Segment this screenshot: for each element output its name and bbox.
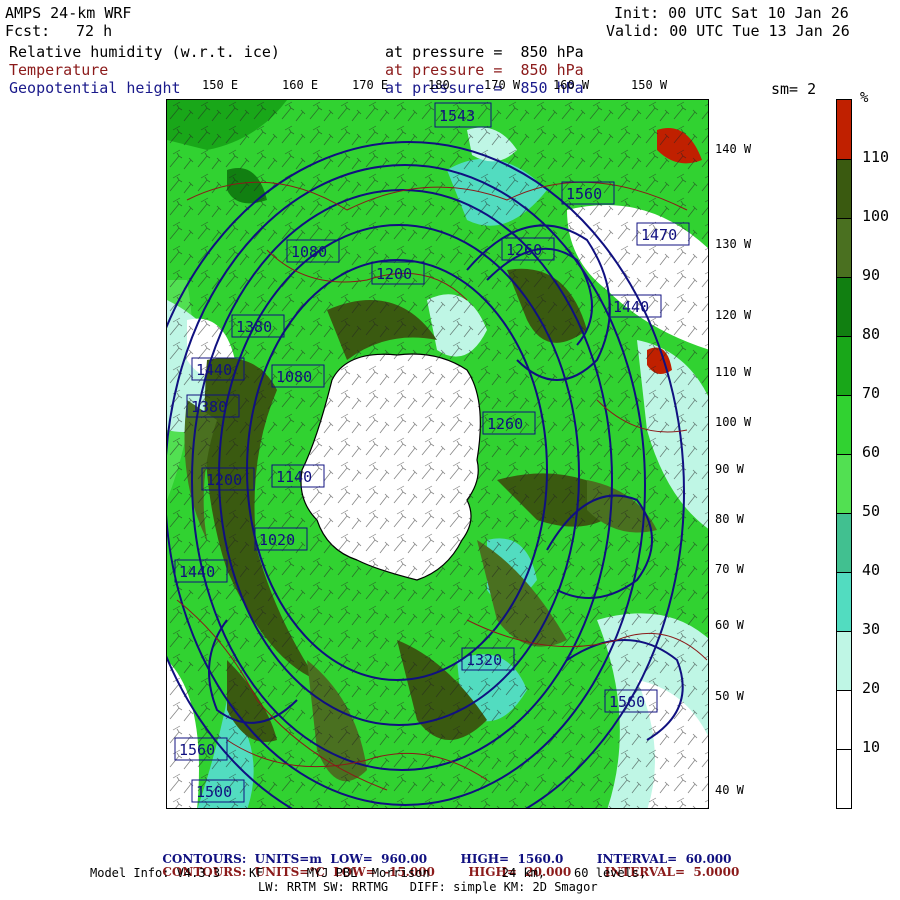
svg-text:1080: 1080 — [291, 243, 327, 261]
field-name-geopotential: Geopotential height — [9, 79, 181, 97]
colorbar-segment — [837, 454, 851, 513]
svg-text:1380: 1380 — [191, 398, 227, 416]
colorbar-tick-label: 30 — [862, 620, 881, 638]
lon-label: 170 E — [352, 78, 389, 92]
svg-text:1440: 1440 — [196, 361, 232, 379]
valid-time: Valid: 00 UTC Tue 13 Jan 26 — [606, 22, 850, 40]
lat-label: 50 W — [715, 689, 744, 703]
lon-label: 150 E — [202, 78, 239, 92]
colorbar-tick-label: 20 — [862, 679, 881, 697]
field-name-rh: Relative humidity (w.r.t. ice) — [9, 43, 280, 61]
colorbar-unit: % — [860, 90, 869, 106]
svg-text:1560: 1560 — [566, 185, 602, 203]
colorbar-tick-label: 70 — [862, 384, 881, 402]
colorbar-segment — [837, 277, 851, 336]
lat-label: 90 W — [715, 462, 744, 476]
lon-label: 170 W — [484, 78, 521, 92]
lat-label: 60 W — [715, 618, 744, 632]
rh-map-panel: 1543 1560 1560 1080 1440 1470 1200 1260 … — [166, 99, 709, 809]
svg-text:1560: 1560 — [179, 741, 215, 759]
colorbar-tick-label: 80 — [862, 325, 881, 343]
colorbar-segment — [837, 749, 851, 808]
colorbar-segment — [837, 631, 851, 690]
svg-text:1560: 1560 — [609, 693, 645, 711]
colorbar-segment — [837, 395, 851, 454]
colorbar-tick-label: 50 — [862, 502, 881, 520]
lon-label: 150 W — [631, 78, 668, 92]
lat-label: 70 W — [715, 562, 744, 576]
svg-text:1200: 1200 — [206, 471, 242, 489]
svg-text:1260: 1260 — [487, 415, 523, 433]
lat-label: 140 W — [715, 142, 752, 156]
svg-text:1080: 1080 — [276, 368, 312, 386]
svg-text:1020: 1020 — [259, 531, 295, 549]
field-name-temperature: Temperature — [9, 61, 109, 79]
model-info-physics: LW: RRTM SW: RRTMG DIFF: simple KM: 2D S… — [258, 880, 598, 894]
map-svg: 1543 1560 1560 1080 1440 1470 1200 1260 … — [167, 100, 708, 808]
model-title: AMPS 24-km WRF — [5, 4, 132, 22]
colorbar-tick-label: 100 — [862, 207, 890, 225]
lat-label: 80 W — [715, 512, 744, 526]
svg-text:1543: 1543 — [439, 107, 475, 125]
colorbar-tick-label: 110 — [862, 148, 890, 166]
forecast-label: Fcst: — [5, 22, 51, 40]
colorbar-segment — [837, 336, 851, 395]
colorbar-segment — [837, 513, 851, 572]
field-pressure-rh: at pressure = 850 hPa — [385, 43, 584, 61]
footer-interval: 5.0000 — [693, 865, 740, 879]
model-info: Model Info: V4.3.3 KF MYJ PBL Morrison 2… — [90, 866, 647, 880]
lon-label: 160 E — [282, 78, 319, 92]
svg-text:1260: 1260 — [506, 241, 542, 259]
svg-text:1140: 1140 — [276, 468, 312, 486]
colorbar-segment — [837, 159, 851, 218]
colorbar-tick-label: 90 — [862, 266, 881, 284]
colorbar-segment — [837, 572, 851, 631]
lon-label: 160 W — [553, 78, 590, 92]
colorbar-tick-label: 40 — [862, 561, 881, 579]
lat-label: 110 W — [715, 365, 752, 379]
svg-text:1440: 1440 — [613, 298, 649, 316]
lon-label: 180 — [428, 78, 450, 92]
colorbar-segment — [837, 690, 851, 749]
svg-text:1200: 1200 — [376, 265, 412, 283]
colorbar — [836, 99, 852, 809]
forecast-hour: 72 h — [76, 22, 113, 40]
lat-label: 40 W — [715, 783, 744, 797]
lat-label: 120 W — [715, 308, 752, 322]
lat-label: 100 W — [715, 415, 752, 429]
colorbar-segment — [837, 218, 851, 277]
smoothing-label: sm= 2 — [771, 80, 817, 98]
svg-text:1380: 1380 — [236, 318, 272, 336]
svg-text:1500: 1500 — [196, 783, 232, 801]
colorbar-segment — [837, 100, 851, 159]
init-time: Init: 00 UTC Sat 10 Jan 26 — [614, 4, 849, 22]
colorbar-tick-label: 60 — [862, 443, 881, 461]
lat-label: 130 W — [715, 237, 752, 251]
field-pressure-temperature: at pressure = 850 hPa — [385, 61, 584, 79]
svg-text:1440: 1440 — [179, 563, 215, 581]
svg-text:1320: 1320 — [466, 651, 502, 669]
colorbar-tick-label: 10 — [862, 738, 881, 756]
svg-text:1470: 1470 — [641, 226, 677, 244]
